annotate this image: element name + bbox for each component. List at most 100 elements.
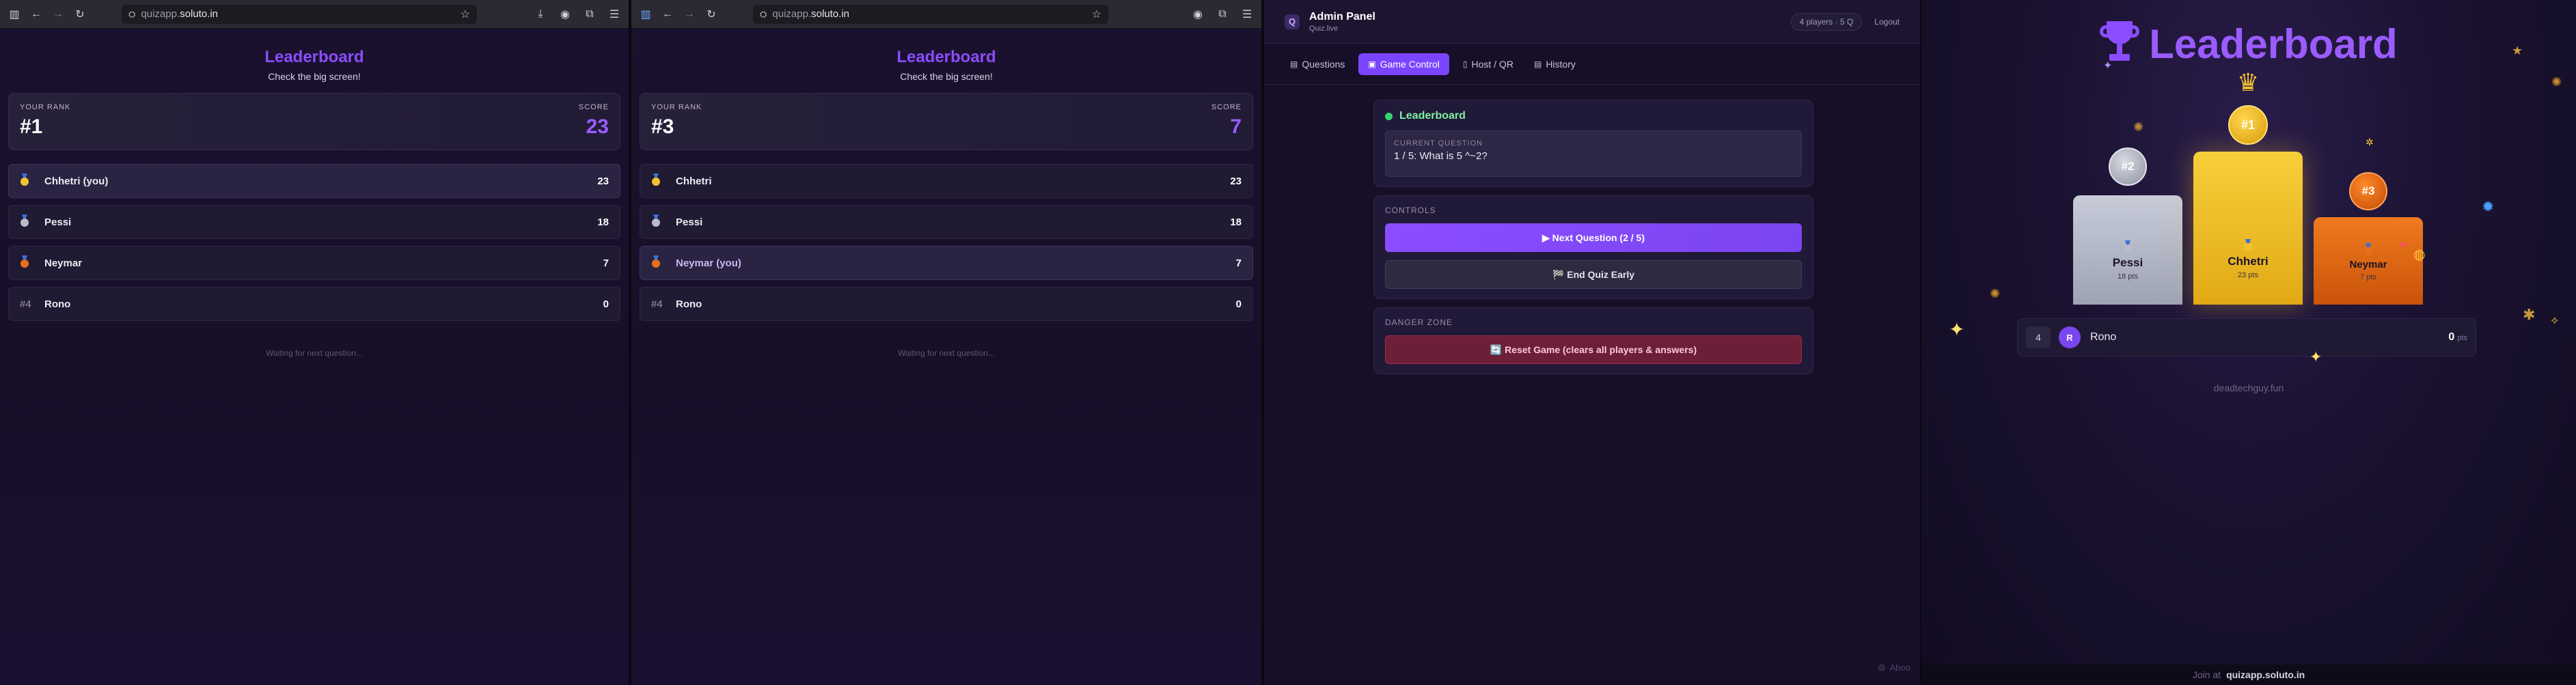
tab-history[interactable]: ▤ History [1527, 53, 1582, 75]
player-score: 18 [1230, 216, 1242, 228]
end-quiz-button[interactable]: 🏁 End Quiz Early [1385, 260, 1802, 289]
back-icon[interactable]: ← [29, 7, 44, 22]
score-label: SCORE [1211, 103, 1242, 111]
url-text: quizapp.soluto.in [141, 8, 218, 20]
list-item: #4 Rono 0 [640, 287, 1253, 321]
account-icon[interactable]: ◉ [558, 7, 573, 22]
crown-icon: ♛ [2236, 68, 2260, 96]
confetti-icon: ✺ [1990, 287, 2001, 300]
player-position: #4 [20, 298, 31, 310]
player-name: Pessi [44, 216, 72, 228]
forward-icon[interactable]: → [51, 7, 66, 22]
corner-text: Aboo [1889, 662, 1910, 673]
player-score: 18 [597, 216, 609, 228]
tab-game-control[interactable]: ▣ Game Control [1358, 53, 1449, 75]
rank-card: YOUR RANK #3 SCORE 7 [640, 93, 1253, 150]
waiting-message: Waiting for next question... [898, 348, 995, 358]
controls-card: CONTROLS ▶ Next Question (2 / 5) 🏁 End Q… [1373, 195, 1813, 299]
list-item: #4 Rono 0 [8, 287, 620, 321]
tab-label: Game Control [1380, 58, 1440, 70]
page-subtitle: Check the big screen! [268, 71, 361, 82]
reload-icon[interactable]: ↻ [72, 7, 87, 22]
status-dot-icon [1385, 112, 1393, 120]
score-value: 7 [1230, 115, 1242, 138]
sparkle-icon: ✦ [2310, 348, 2322, 365]
game-status: Leaderboard [1399, 110, 1466, 122]
player-name: Rono [676, 298, 702, 310]
big-screen-window: Leaderboard #2 Pessi 18 pts ♛ #1 Chhetri… [1921, 0, 2576, 685]
podium-points: 23 pts [2238, 271, 2258, 279]
bronze-medal-icon [20, 255, 29, 268]
rank-value: #1 [20, 115, 43, 138]
sidebar-icon[interactable]: ▥ [7, 7, 22, 22]
current-question-text: 1 / 5: What is 5 ^~2? [1394, 150, 1488, 162]
join-url[interactable]: quizapp.soluto.in [2226, 669, 2305, 680]
rank-value: #3 [651, 115, 674, 138]
rank-badge: #2 [2109, 148, 2147, 186]
gold-medal-icon [651, 173, 661, 186]
address-bar[interactable]: ⛭ quizapp.soluto.in ☆ [122, 4, 477, 24]
rest-position: 4 [2026, 326, 2051, 348]
danger-zone-label: DANGER ZONE [1385, 318, 1453, 327]
admin-window: Q Admin Panel Quiz.live 4 players · 5 Q … [1264, 0, 1920, 685]
players-count-badge: 4 players · 5 Q [1790, 12, 1863, 31]
podium-points: 18 pts [2118, 272, 2138, 281]
tab-label: Questions [1302, 58, 1345, 70]
corner-branding: ◍ Aboo [1878, 662, 1910, 673]
tab-questions[interactable]: ▤ Questions [1283, 53, 1352, 75]
bookmark-star-icon[interactable]: ☆ [461, 8, 470, 21]
logout-button[interactable]: Logout [1874, 17, 1900, 27]
logo-icon: ◍ [1878, 662, 1886, 672]
player-score: 0 [1235, 298, 1242, 310]
account-icon[interactable]: ◉ [1190, 7, 1205, 22]
extensions-icon[interactable]: ⧉ [582, 7, 597, 22]
host-credit: deadtechguy.fun [2213, 382, 2284, 393]
tab-host-qr[interactable]: ▯ Host / QR [1456, 53, 1520, 75]
list-item: Chhetri (you) 23 [8, 164, 620, 198]
next-question-button[interactable]: ▶ Next Question (2 / 5) [1385, 223, 1802, 252]
extensions-icon[interactable]: ⧉ [1215, 7, 1230, 22]
join-label: Join at [2192, 669, 2221, 680]
list-item: Pessi 18 [640, 205, 1253, 239]
confetti-icon: ✱ [2523, 306, 2536, 323]
balloon-icon: ● [2400, 239, 2407, 251]
podium-first: ♛ #1 Chhetri 23 pts [2193, 68, 2303, 305]
menu-icon[interactable]: ☰ [607, 7, 622, 22]
rank-card: YOUR RANK #1 SCORE 23 [8, 93, 620, 150]
player-position: #4 [651, 298, 663, 310]
confetti-icon: ✹ [2482, 198, 2495, 215]
player-score: 23 [597, 175, 609, 187]
current-question-label: CURRENT QUESTION [1394, 139, 1483, 148]
download-icon[interactable]: ⤓ [533, 7, 548, 22]
forward-icon[interactable]: → [682, 7, 697, 22]
admin-subtitle: Quiz.live [1309, 24, 1339, 33]
confetti-icon: ✲ [2366, 137, 2374, 148]
page-title: Leaderboard [896, 48, 996, 66]
sidebar-icon[interactable]: ▥ [638, 7, 653, 22]
confetti-icon: ✧ [2550, 316, 2560, 327]
sparkle-icon: ✦ [1949, 319, 1965, 340]
rank-label: YOUR RANK [20, 103, 71, 111]
current-question-box: CURRENT QUESTION 1 / 5: What is 5 ^~2? [1385, 130, 1802, 177]
address-bar[interactable]: ⛭ quizapp.soluto.in ☆ [753, 4, 1108, 24]
player-name: Chhetri (you) [44, 175, 109, 187]
admin-title: Admin Panel [1309, 10, 1375, 23]
list-item: Neymar (you) 7 [640, 246, 1253, 280]
player-name: Chhetri [676, 175, 712, 187]
reset-game-button[interactable]: 🔄 Reset Game (clears all players & answe… [1385, 335, 1802, 364]
site-info-icon[interactable]: ⛭ [760, 9, 767, 20]
admin-header: Q Admin Panel Quiz.live 4 players · 5 Q … [1264, 0, 1920, 44]
podium-third: #3 Neymar 7 pts [2314, 172, 2423, 305]
reload-icon[interactable]: ↻ [704, 7, 719, 22]
screen-root: ▥ ← → ↻ ⛭ quizapp.soluto.in ☆ ⤓ ◉ ⧉ ☰ Le… [0, 0, 2576, 685]
player-score: 0 [603, 298, 609, 310]
status-card: Leaderboard CURRENT QUESTION 1 / 5: What… [1373, 100, 1813, 187]
bookmark-star-icon[interactable]: ☆ [1092, 8, 1101, 21]
site-info-icon[interactable]: ⛭ [128, 9, 135, 20]
leaderboard-list: Chhetri 23 Pessi 18 Neymar (you) 7 #4 Ro… [640, 164, 1253, 321]
waiting-message: Waiting for next question... [266, 348, 363, 358]
back-icon[interactable]: ← [660, 7, 675, 22]
menu-icon[interactable]: ☰ [1239, 7, 1255, 22]
player-window-2: ▥ ← → ↻ ⛭ quizapp.soluto.in ☆ ◉ ⧉ ☰ Lead… [631, 0, 1261, 685]
questions-icon: ▤ [1290, 59, 1298, 69]
